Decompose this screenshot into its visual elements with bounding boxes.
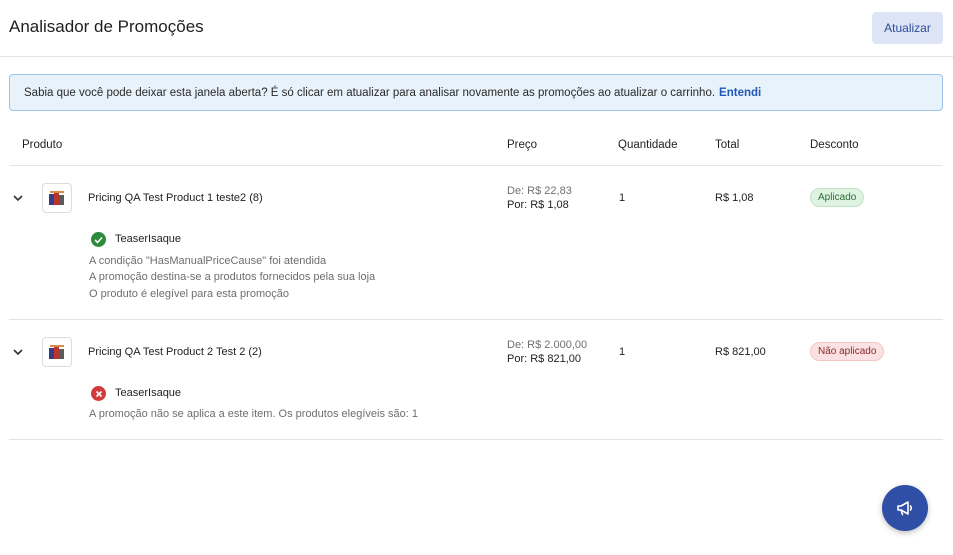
page-title: Analisador de Promoções xyxy=(9,17,204,36)
promotion-name: TeaserIsaque xyxy=(115,233,182,245)
product-thumbnail xyxy=(42,337,72,367)
price-original: De: R$ 2.000,00 xyxy=(507,339,588,351)
price-final: Por: R$ 1,08 xyxy=(507,199,569,211)
expand-chevron-icon[interactable] xyxy=(12,192,24,204)
price-original: De: R$ 22,83 xyxy=(507,185,572,197)
price-final: Por: R$ 821,00 xyxy=(507,353,581,365)
header-divider xyxy=(9,165,943,166)
total-value: R$ 821,00 xyxy=(715,346,766,358)
column-header-product: Produto xyxy=(22,139,63,151)
promotion-detail: A promoção destina-se a produtos forneci… xyxy=(89,271,376,283)
feedback-button[interactable] xyxy=(882,485,928,531)
row-divider xyxy=(9,439,943,440)
product-thumbnail xyxy=(42,183,72,213)
status-badge: Não aplicado xyxy=(810,342,885,361)
row-divider xyxy=(9,319,943,320)
app-header: Analisador de Promoções Atualizar xyxy=(0,0,953,57)
dismiss-link[interactable]: Entendi xyxy=(719,87,761,99)
x-circle-icon xyxy=(91,386,106,401)
column-header-price: Preço xyxy=(507,139,538,151)
column-header-discount: Desconto xyxy=(810,139,859,151)
check-circle-icon xyxy=(91,232,106,247)
megaphone-icon xyxy=(895,499,915,517)
quantity-value: 1 xyxy=(619,192,626,204)
promotion-name: TeaserIsaque xyxy=(115,387,182,399)
total-value: R$ 1,08 xyxy=(715,192,754,204)
expand-chevron-icon[interactable] xyxy=(12,346,24,358)
quantity-value: 1 xyxy=(619,346,626,358)
promotion-detail: A condição "HasManualPriceCause" foi ate… xyxy=(89,255,327,267)
column-header-total: Total xyxy=(715,139,740,151)
product-name: Pricing QA Test Product 2 Test 2 (2) xyxy=(88,346,262,358)
status-badge: Aplicado xyxy=(810,188,865,207)
promotion-detail: O produto é elegível para esta promoção xyxy=(89,288,289,300)
column-header-quantity: Quantidade xyxy=(618,139,678,151)
info-banner: Sabia que você pode deixar esta janela a… xyxy=(9,74,943,111)
refresh-button[interactable]: Atualizar xyxy=(872,12,943,44)
promotion-detail: A promoção não se aplica a este item. Os… xyxy=(89,408,418,420)
info-text: Sabia que você pode deixar esta janela a… xyxy=(24,86,716,99)
product-name: Pricing QA Test Product 1 teste2 (8) xyxy=(88,192,263,204)
